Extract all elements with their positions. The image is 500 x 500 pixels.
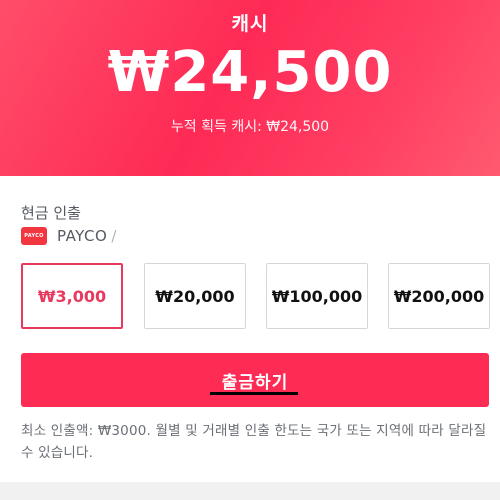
bottom-divider <box>0 482 500 500</box>
payment-method-name: PAYCO <box>57 227 108 245</box>
button-label-underline <box>210 392 298 395</box>
amount-option-20000[interactable]: ₩20,000 <box>144 263 246 329</box>
withdrawal-section-title: 현금 인출 <box>21 204 81 222</box>
amount-option-100000[interactable]: ₩100,000 <box>266 263 368 329</box>
cash-header: 캐시 ₩24,500 누적 획득 캐시: ₩24,500 <box>0 0 500 176</box>
payment-method-row[interactable]: PAYCO PAYCO / <box>21 227 116 245</box>
cumulative-cash-label: 누적 획득 캐시: ₩24,500 <box>170 119 330 135</box>
withdraw-button[interactable]: 출금하기 <box>21 353 489 407</box>
cash-balance: ₩24,500 <box>107 40 393 105</box>
withdrawal-limit-notice: 최소 인출액: ₩3000. 월별 및 거래별 인출 한도는 국가 또는 지역에… <box>21 423 487 461</box>
amount-option-3000[interactable]: ₩3,000 <box>21 263 123 329</box>
page-title: 캐시 <box>231 13 269 35</box>
payment-method-separator: / <box>111 227 117 245</box>
amount-option-200000[interactable]: ₩200,000 <box>388 263 490 329</box>
payco-logo-icon: PAYCO <box>21 227 47 245</box>
